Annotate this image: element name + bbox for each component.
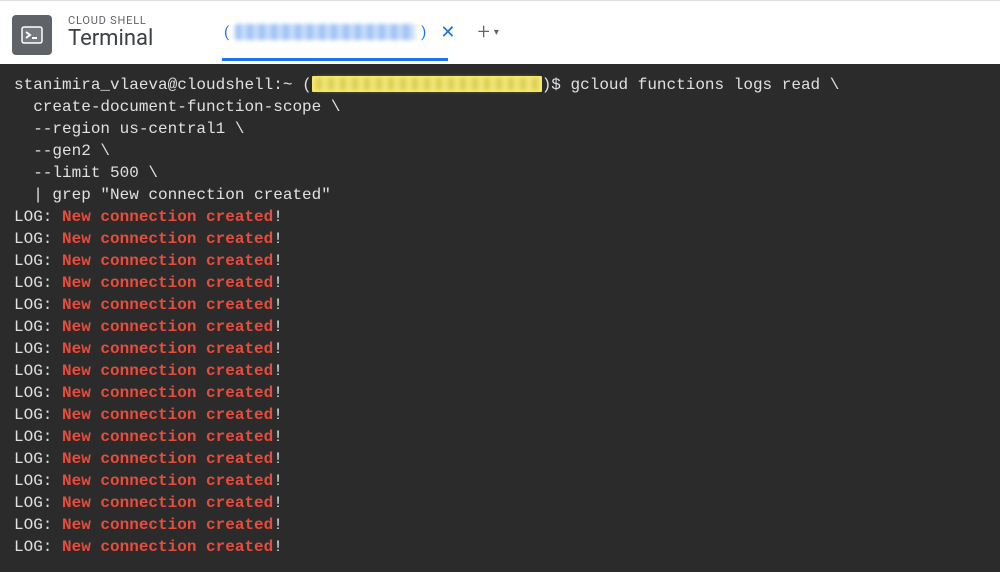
log-line: LOG: New connection created! — [14, 492, 986, 514]
log-bang: ! — [273, 362, 283, 380]
overline-label: CLOUD SHELL — [68, 14, 208, 27]
log-prefix: LOG: — [14, 538, 62, 556]
log-message: New connection created — [62, 318, 273, 336]
log-message: New connection created — [62, 428, 273, 446]
log-bang: ! — [273, 296, 283, 314]
log-line: LOG: New connection created! — [14, 448, 986, 470]
project-id-redacted — [312, 76, 542, 92]
log-prefix: LOG: — [14, 362, 62, 380]
log-message: New connection created — [62, 274, 273, 292]
prompt-sep: : — [273, 76, 283, 94]
page-title: Terminal — [68, 27, 208, 51]
log-bang: ! — [273, 516, 283, 534]
tab-active-underline — [222, 58, 448, 61]
chevron-down-icon: ▾ — [494, 27, 499, 38]
log-line: LOG: New connection created! — [14, 360, 986, 382]
log-bang: ! — [273, 428, 283, 446]
command-continuation: --limit 500 \ — [14, 162, 986, 184]
log-bang: ! — [273, 494, 283, 512]
command-text: --region us-central1 \ — [14, 120, 244, 138]
log-prefix: LOG: — [14, 318, 62, 336]
log-bang: ! — [273, 252, 283, 270]
log-bang: ! — [273, 450, 283, 468]
log-prefix: LOG: — [14, 450, 62, 468]
terminal-output[interactable]: stanimira_vlaeva@cloudshell:~ ()$ gcloud… — [0, 64, 1000, 572]
log-line: LOG: New connection created! — [14, 316, 986, 338]
log-line: LOG: New connection created! — [14, 404, 986, 426]
log-prefix: LOG: — [14, 274, 62, 292]
log-bang: ! — [273, 538, 283, 556]
log-line: LOG: New connection created! — [14, 426, 986, 448]
command-text: create-document-function-scope \ — [14, 98, 340, 116]
log-message: New connection created — [62, 208, 273, 226]
plus-icon: + — [477, 20, 489, 45]
paren-open: ( — [302, 76, 312, 94]
command-text: | grep "New connection created" — [14, 186, 331, 204]
log-bang: ! — [273, 318, 283, 336]
log-prefix: LOG: — [14, 406, 62, 424]
terminal-tab-active[interactable]: ( ) ✕ — [220, 1, 463, 64]
command-text: gcloud functions logs read \ — [561, 76, 839, 94]
log-line: LOG: New connection created! — [14, 536, 986, 558]
tab-paren-close: ) — [421, 23, 426, 41]
command-continuation: --region us-central1 \ — [14, 118, 986, 140]
add-tab-button[interactable]: + ▾ — [477, 20, 498, 45]
log-bang: ! — [273, 230, 283, 248]
log-prefix: LOG: — [14, 472, 62, 490]
log-line: LOG: New connection created! — [14, 272, 986, 294]
log-message: New connection created — [62, 494, 273, 512]
log-message: New connection created — [62, 516, 273, 534]
log-prefix: LOG: — [14, 340, 62, 358]
paren-close: ) — [542, 76, 552, 94]
log-message: New connection created — [62, 230, 273, 248]
log-bang: ! — [273, 384, 283, 402]
log-line: LOG: New connection created! — [14, 470, 986, 492]
log-bang: ! — [273, 274, 283, 292]
log-line: LOG: New connection created! — [14, 228, 986, 250]
cloud-shell-header: CLOUD SHELL Terminal ( ) ✕ + ▾ — [0, 0, 1000, 64]
log-prefix: LOG: — [14, 296, 62, 314]
log-prefix: LOG: — [14, 208, 62, 226]
prompt-line: stanimira_vlaeva@cloudshell:~ ()$ gcloud… — [14, 74, 986, 96]
title-block: CLOUD SHELL Terminal — [68, 14, 208, 51]
log-bang: ! — [273, 472, 283, 490]
tab-label-redacted — [235, 24, 415, 40]
log-line: LOG: New connection created! — [14, 294, 986, 316]
log-message: New connection created — [62, 296, 273, 314]
log-message: New connection created — [62, 340, 273, 358]
log-line: LOG: New connection created! — [14, 382, 986, 404]
command-continuation: --gen2 \ — [14, 140, 986, 162]
command-text: --gen2 \ — [14, 142, 110, 160]
log-prefix: LOG: — [14, 494, 62, 512]
tab-paren-open: ( — [224, 23, 229, 41]
cloud-shell-icon — [12, 15, 52, 55]
log-message: New connection created — [62, 538, 273, 556]
prompt-user: stanimira_vlaeva@cloudshell — [14, 76, 273, 94]
log-message: New connection created — [62, 472, 273, 490]
terminal-tabs: ( ) ✕ + ▾ — [220, 1, 499, 64]
log-bang: ! — [273, 406, 283, 424]
command-continuation: create-document-function-scope \ — [14, 96, 986, 118]
log-line: LOG: New connection created! — [14, 338, 986, 360]
command-continuation: | grep "New connection created" — [14, 184, 986, 206]
log-bang: ! — [273, 340, 283, 358]
log-line: LOG: New connection created! — [14, 250, 986, 272]
log-line: LOG: New connection created! — [14, 206, 986, 228]
log-message: New connection created — [62, 362, 273, 380]
log-message: New connection created — [62, 406, 273, 424]
log-prefix: LOG: — [14, 384, 62, 402]
close-icon[interactable]: ✕ — [436, 20, 459, 45]
log-message: New connection created — [62, 384, 273, 402]
prompt-dollar: $ — [551, 76, 561, 94]
log-prefix: LOG: — [14, 428, 62, 446]
command-text: --limit 500 \ — [14, 164, 158, 182]
log-prefix: LOG: — [14, 516, 62, 534]
log-message: New connection created — [62, 252, 273, 270]
log-line: LOG: New connection created! — [14, 514, 986, 536]
log-message: New connection created — [62, 450, 273, 468]
log-bang: ! — [273, 208, 283, 226]
log-prefix: LOG: — [14, 230, 62, 248]
log-prefix: LOG: — [14, 252, 62, 270]
